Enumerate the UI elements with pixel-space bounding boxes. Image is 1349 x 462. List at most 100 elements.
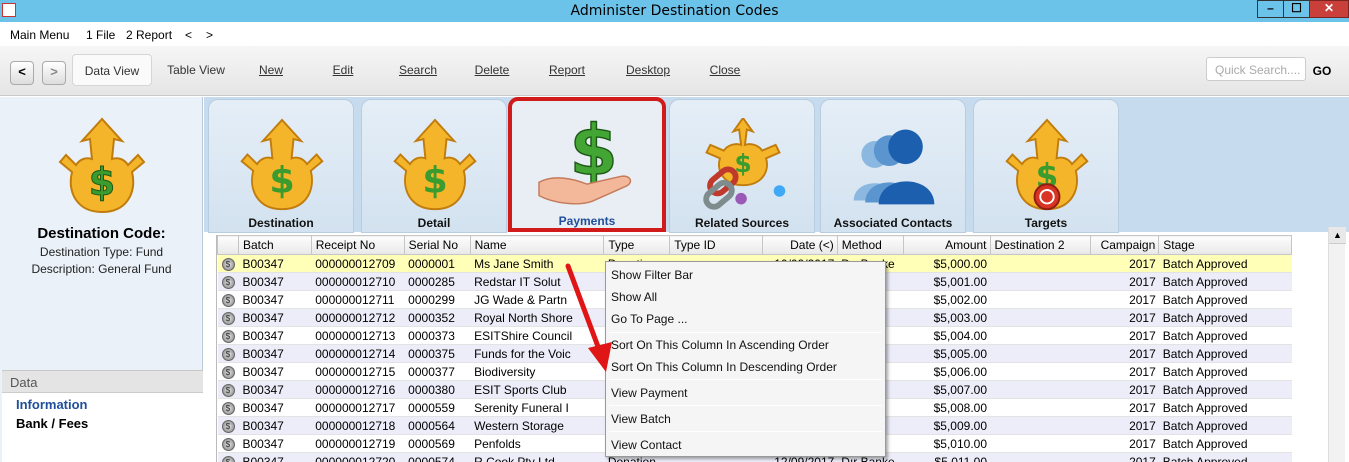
close-button[interactable]: Close <box>703 54 747 86</box>
quick-search-input[interactable]: Quick Search.... <box>1206 57 1306 81</box>
maximize-button[interactable]: ☐ <box>1283 0 1310 18</box>
column-header[interactable]: Serial No <box>403 235 471 255</box>
minimize-button[interactable]: – <box>1257 0 1284 18</box>
row-icon-cell[interactable]: $ <box>217 434 239 453</box>
payment-row-icon: $ <box>221 383 235 397</box>
column-header[interactable]: Type <box>603 235 671 255</box>
column-header[interactable]: Campaign <box>1090 235 1160 255</box>
tab-destination-label: Destination <box>248 216 314 230</box>
menu-view-payment[interactable]: View Payment <box>611 386 687 400</box>
desktop-button[interactable]: Desktop <box>618 54 678 86</box>
menu-go-to-page[interactable]: Go To Page ... <box>611 312 688 326</box>
row-icon-cell[interactable]: $ <box>217 416 239 435</box>
row-icon-cell[interactable]: $ <box>217 344 239 363</box>
menu-view-batch[interactable]: View Batch <box>611 412 671 426</box>
title-bar: Administer Destination Codes – ☐ ✕ <box>0 0 1349 22</box>
tab-targets[interactable]: $ Targets <box>973 99 1119 233</box>
row-icon-cell[interactable]: $ <box>217 308 239 327</box>
table-cell: 000000012710 <box>311 272 405 291</box>
table-cell <box>990 452 1091 462</box>
tab-payments[interactable]: $ Payments <box>508 97 666 232</box>
edit-button[interactable]: Edit <box>322 54 364 86</box>
tab-payments-label: Payments <box>558 214 616 228</box>
report-button[interactable]: Report <box>542 54 592 86</box>
row-icon-cell[interactable]: $ <box>217 272 239 291</box>
table-cell: 0000373 <box>404 326 471 345</box>
menu-view-contact[interactable]: View Contact <box>611 438 681 452</box>
close-window-button[interactable]: ✕ <box>1309 0 1349 18</box>
menu-show-filter-bar[interactable]: Show Filter Bar <box>611 268 693 282</box>
row-icon-cell[interactable]: $ <box>217 398 239 417</box>
table-cell: Batch Approved <box>1158 452 1292 462</box>
table-cell: Batch Approved <box>1158 416 1292 435</box>
tabs-bar: $ Destination $ Detail $ Payments $ Rela… <box>204 97 1349 233</box>
menu-main-menu[interactable]: Main Menu <box>10 28 69 42</box>
column-header[interactable]: Name <box>469 235 605 255</box>
data-view-button[interactable]: Data View <box>72 54 152 86</box>
row-icon-cell[interactable]: $ <box>217 254 239 273</box>
table-cell: Funds for the Voic <box>470 344 604 363</box>
associated-contacts-icon <box>853 129 935 205</box>
search-button[interactable]: Search <box>392 54 444 86</box>
table-cell <box>990 272 1091 291</box>
table-cell: 2017 <box>1090 380 1159 399</box>
menu-report[interactable]: 2 Report <box>126 28 172 42</box>
desktop-button-label: Desktop <box>625 63 671 77</box>
table-cell: 2017 <box>1090 362 1159 381</box>
table-cell: Batch Approved <box>1158 380 1292 399</box>
row-icon-cell[interactable]: $ <box>217 362 239 381</box>
menu-show-all[interactable]: Show All <box>611 290 657 304</box>
table-cell: B00347 <box>238 380 312 399</box>
column-header[interactable]: Destination 2 <box>989 235 1092 255</box>
tab-associated-contacts[interactable]: Associated Contacts <box>820 99 966 233</box>
menu-sort-descending[interactable]: Sort On This Column In Descending Order <box>611 360 837 374</box>
table-cell: 2017 <box>1090 308 1159 327</box>
table-cell: 000000012714 <box>311 344 405 363</box>
table-cell: Batch Approved <box>1158 326 1292 345</box>
row-icon-cell[interactable]: $ <box>217 452 239 462</box>
table-cell: 000000012717 <box>311 398 405 417</box>
go-button[interactable]: GO <box>1308 60 1336 82</box>
payment-row-icon: $ <box>221 275 235 289</box>
column-header[interactable]: Receipt No <box>310 235 405 255</box>
row-icon-cell[interactable]: $ <box>217 326 239 345</box>
column-header[interactable]: Amount <box>902 235 991 255</box>
table-cell: 000000012711 <box>311 290 405 309</box>
payment-row-icon: $ <box>221 311 235 325</box>
context-menu: Show Filter Bar Show All Go To Page ... … <box>605 261 886 457</box>
table-view-button[interactable]: Table View <box>160 54 232 86</box>
table-cell: B00347 <box>238 326 312 345</box>
column-header[interactable]: Stage <box>1158 235 1292 255</box>
menu-back[interactable]: < <box>185 28 192 42</box>
menu-sort-ascending[interactable]: Sort On This Column In Ascending Order <box>611 338 829 352</box>
row-icon-cell[interactable]: $ <box>217 290 239 309</box>
destination-icon: $ <box>240 118 324 211</box>
table-cell: 000000012712 <box>311 308 405 327</box>
data-item-information[interactable]: Information <box>2 393 203 412</box>
tab-destination[interactable]: $ Destination <box>208 99 354 233</box>
vertical-scrollbar[interactable]: ▲ <box>1328 227 1346 462</box>
column-header[interactable] <box>217 235 239 255</box>
table-cell: Serenity Funeral I <box>470 398 604 417</box>
back-button[interactable]: < <box>10 61 34 85</box>
forward-button[interactable]: > <box>42 61 66 85</box>
data-item-bank-fees[interactable]: Bank / Fees <box>2 412 203 431</box>
row-icon-cell[interactable]: $ <box>217 380 239 399</box>
column-header[interactable]: Method <box>836 235 904 255</box>
tab-related-sources[interactable]: $ Related Sources <box>669 99 815 233</box>
table-cell: Western Storage <box>470 416 604 435</box>
delete-button[interactable]: Delete <box>468 54 516 86</box>
column-header[interactable]: Date (<) <box>761 235 838 255</box>
menu-file[interactable]: 1 File <box>86 28 115 42</box>
destination-code-title: Destination Code: <box>37 225 166 242</box>
new-button[interactable]: New <box>250 54 292 86</box>
table-cell <box>990 344 1091 363</box>
table-cell: $5,011.00 <box>903 452 991 462</box>
column-header[interactable]: Batch <box>237 235 312 255</box>
column-header[interactable]: Type ID <box>669 235 763 255</box>
scroll-up-icon[interactable]: ▲ <box>1329 227 1346 244</box>
menu-forward[interactable]: > <box>206 28 213 42</box>
table-cell <box>990 308 1091 327</box>
tab-detail[interactable]: $ Detail <box>361 99 507 233</box>
toolbar: < > Data View Table View New Edit Search… <box>0 46 1349 96</box>
